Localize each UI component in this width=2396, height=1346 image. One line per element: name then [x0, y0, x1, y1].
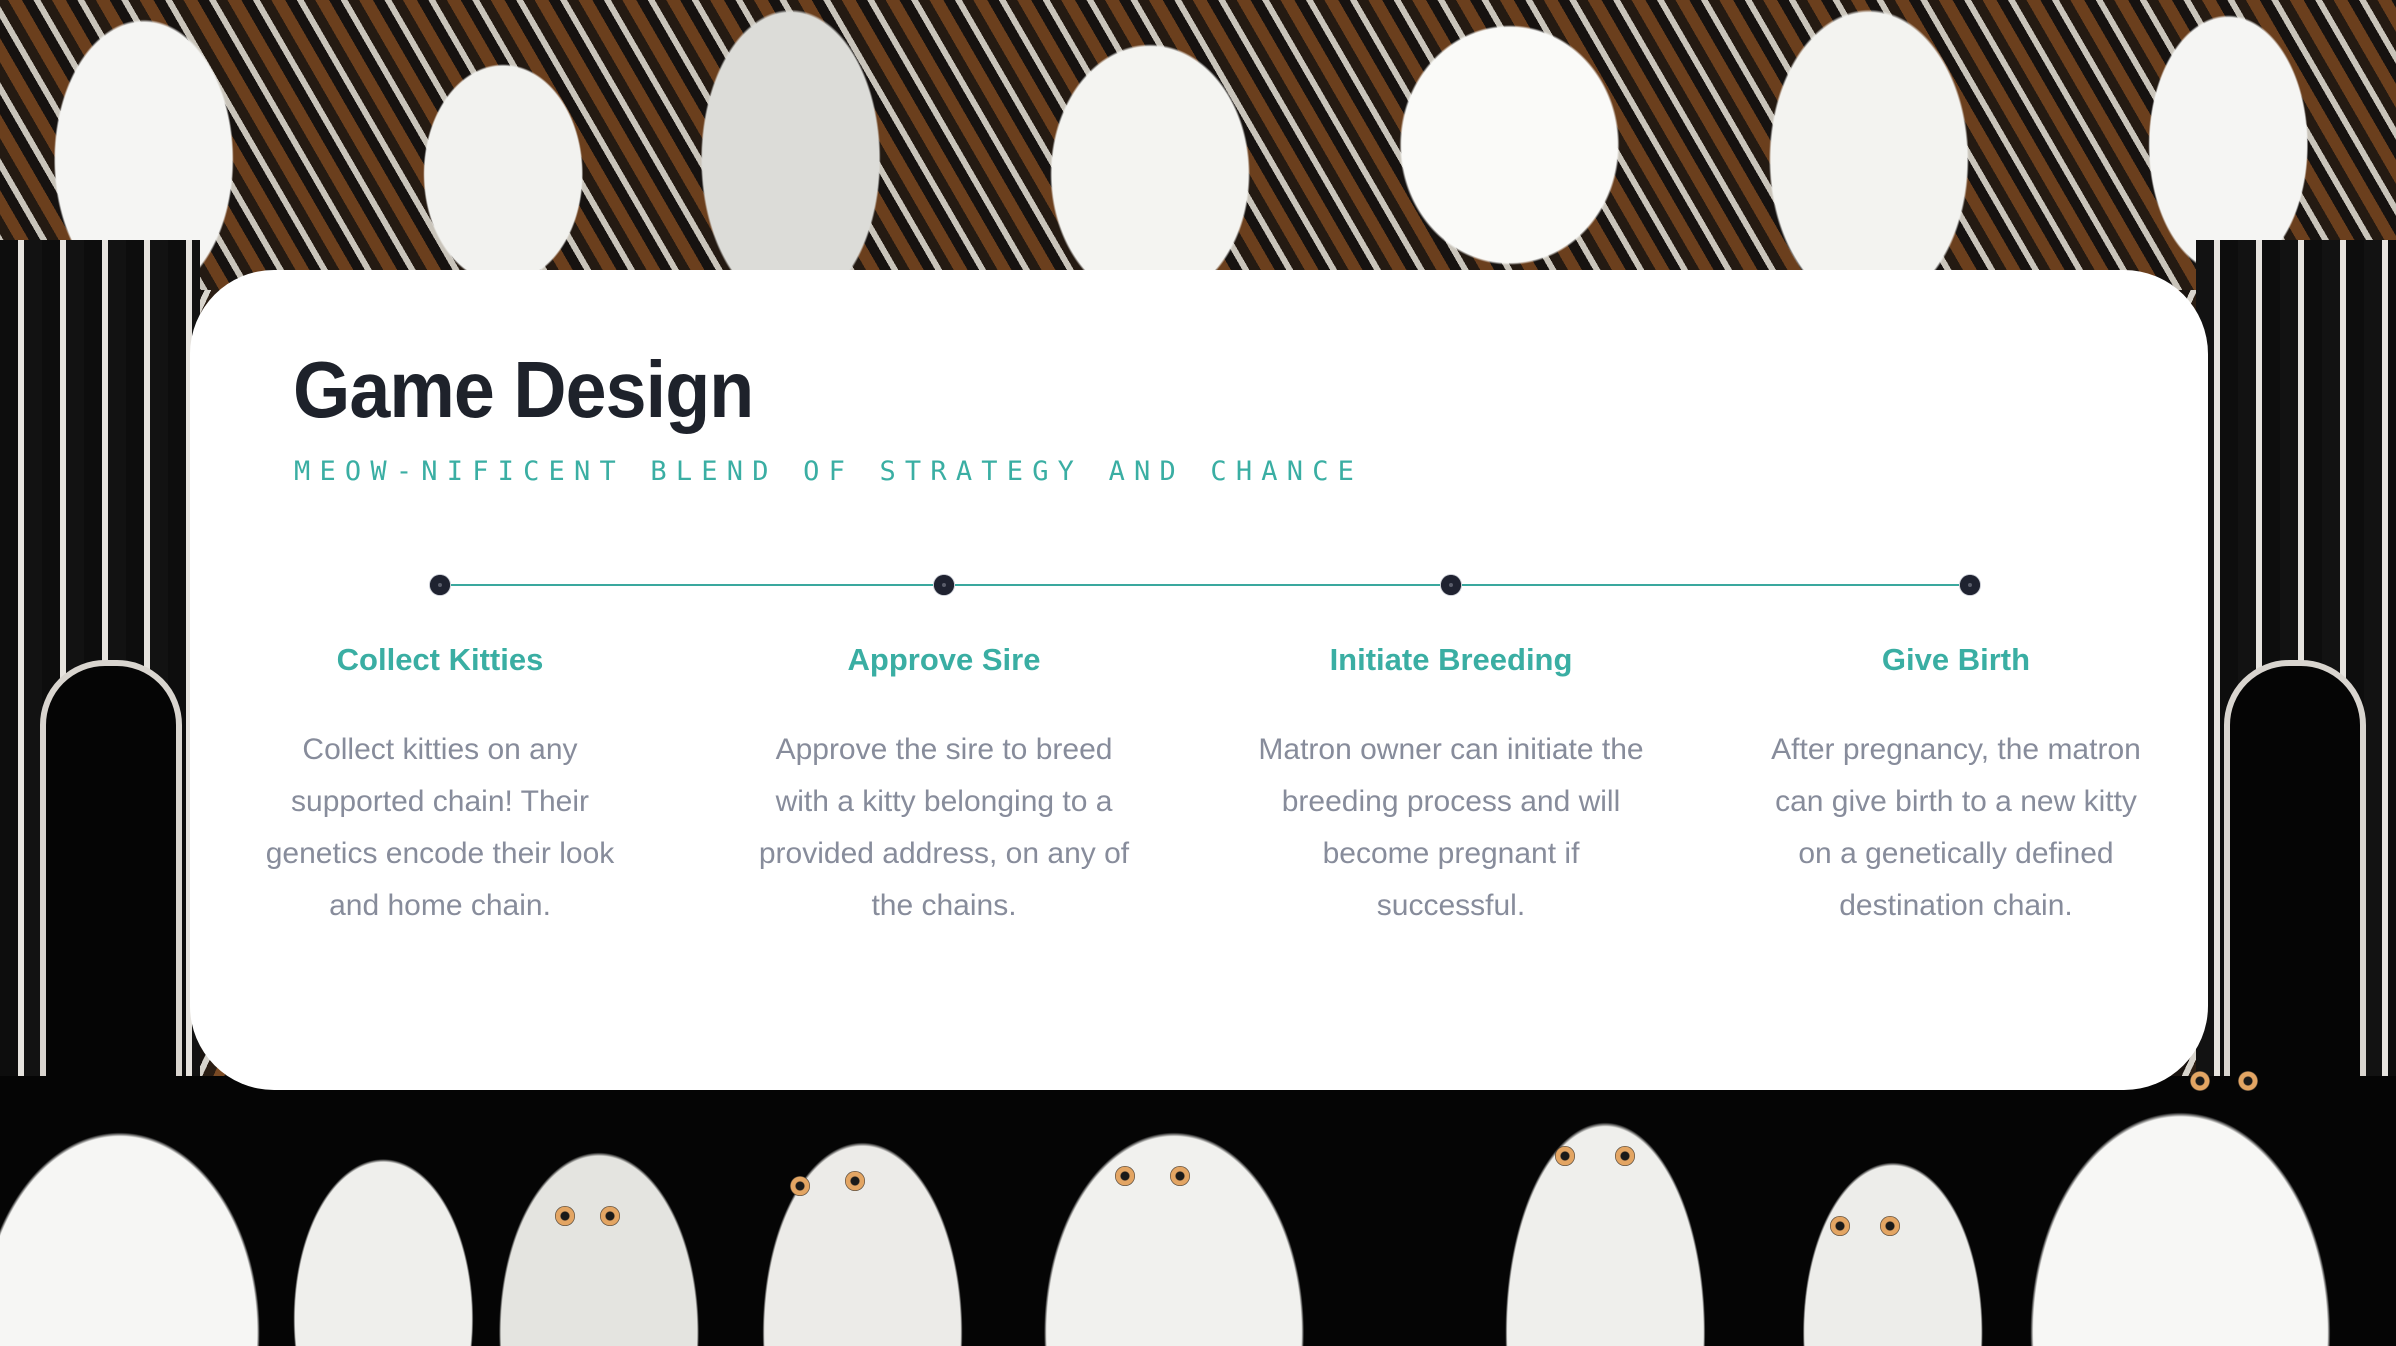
step-title: Collect Kitties	[336, 642, 544, 677]
step-title: Give Birth	[1881, 642, 2031, 677]
timeline	[190, 573, 2208, 597]
cat-eye-icon	[1170, 1166, 1190, 1186]
cat-eye-icon	[2238, 1071, 2258, 1091]
background-left-archway	[0, 240, 200, 1112]
timeline-dot-1	[430, 575, 450, 595]
page-title: Game Design	[293, 345, 754, 434]
cat-eye-icon	[1115, 1166, 1135, 1186]
cat-eye-icon	[1880, 1216, 1900, 1236]
cat-eye-icon	[600, 1206, 620, 1226]
step-description: After pregnancy, the matron can give bir…	[1771, 733, 2141, 922]
step-collect-kitties: Collect Kitties Collect kitties on any s…	[220, 638, 660, 932]
step-approve-sire: Approve Sire Approve the sire to breed w…	[724, 638, 1164, 932]
timeline-dot-4	[1960, 575, 1980, 595]
background-top-cats	[0, 0, 2396, 290]
timeline-dot-3	[1441, 575, 1461, 595]
step-description: Collect kitties on any supported chain! …	[265, 733, 615, 922]
step-description: Matron owner can initiate the breeding p…	[1258, 733, 1644, 922]
cat-eye-icon	[2190, 1071, 2210, 1091]
cat-eye-icon	[790, 1176, 810, 1196]
step-title: Initiate Breeding	[1329, 642, 1573, 677]
timeline-line	[440, 584, 1970, 586]
background-bottom-cats	[0, 1071, 2396, 1346]
cat-eye-icon	[845, 1171, 865, 1191]
cat-eye-icon	[555, 1206, 575, 1226]
content-card: Game Design MEOW-NIFICENT BLEND OF STRAT…	[190, 270, 2208, 1090]
cat-eye-icon	[1555, 1146, 1575, 1166]
page-subtitle: MEOW-NIFICENT BLEND OF STRATEGY AND CHAN…	[294, 456, 1364, 487]
timeline-dot-2	[934, 575, 954, 595]
background-right-archway	[2196, 240, 2396, 1112]
step-give-birth: Give Birth After pregnancy, the matron c…	[1736, 638, 2176, 932]
step-description: Approve the sire to breed with a kitty b…	[758, 733, 1130, 922]
cat-eye-icon	[1830, 1216, 1850, 1236]
step-title: Approve Sire	[847, 642, 1041, 677]
cat-eye-icon	[1615, 1146, 1635, 1166]
step-initiate-breeding: Initiate Breeding Matron owner can initi…	[1231, 638, 1671, 932]
